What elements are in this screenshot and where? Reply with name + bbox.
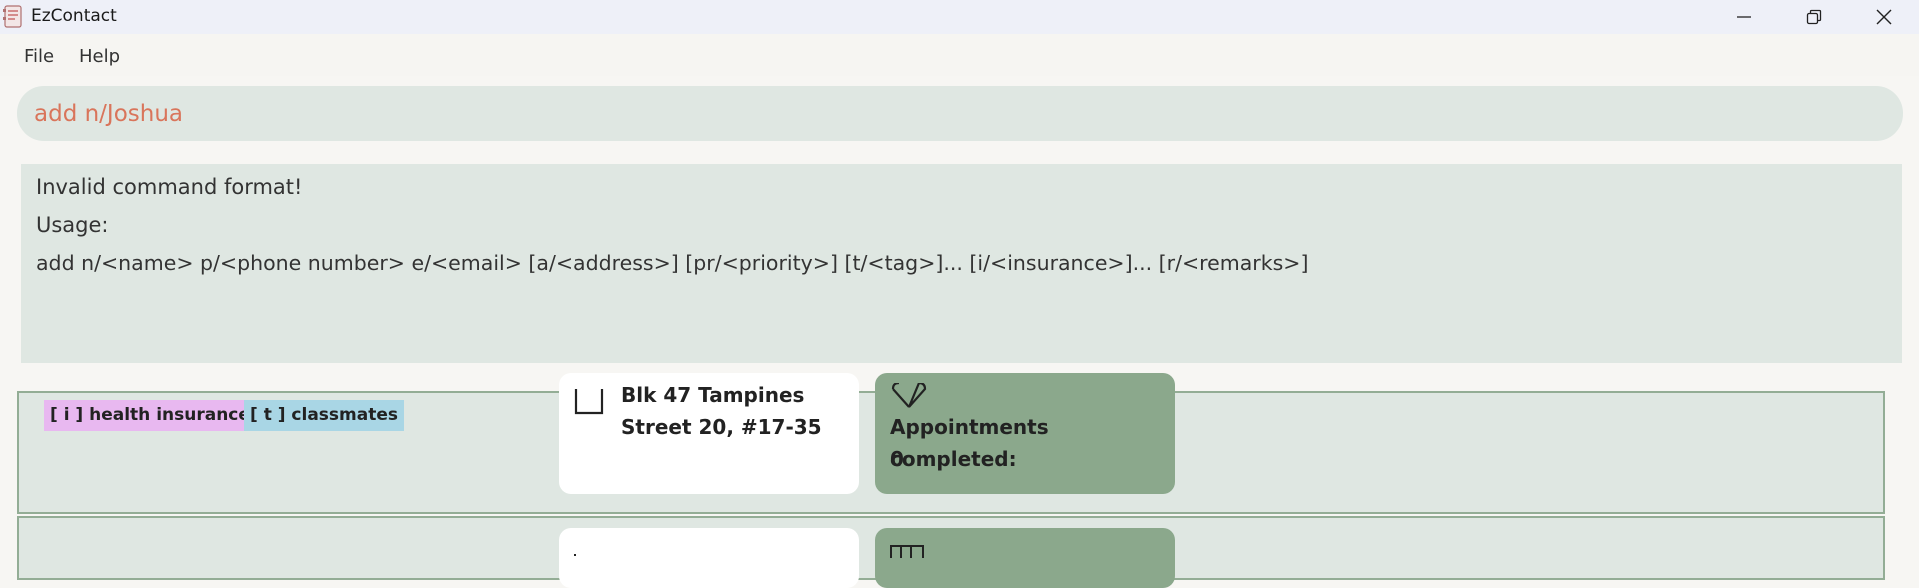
person-card[interactable] [17, 516, 1885, 588]
close-button[interactable] [1849, 0, 1919, 34]
appointments-panel: Appointments completed: 0 [875, 373, 1175, 494]
address-line-2: Street 20, #17-35 [621, 415, 822, 439]
command-box[interactable]: add n/Joshua [17, 86, 1903, 141]
person-card[interactable]: [ i ] health insurance [ t ] classmates … [17, 373, 1885, 514]
address-panel: Blk 47 Tampines Street 20, #17-35 [559, 373, 859, 494]
restore-icon [1806, 9, 1822, 25]
appointments-label: Appointments completed: [890, 415, 1049, 471]
appointments-value: 0 [890, 447, 904, 471]
tag-classmates: [ t ] classmates [244, 400, 404, 431]
restore-button[interactable] [1779, 0, 1849, 34]
menu-file[interactable]: File [24, 46, 54, 67]
minimize-button[interactable] [1709, 0, 1779, 34]
command-input[interactable]: add n/Joshua [34, 101, 183, 127]
tag-insurance: [ i ] health insurance [44, 400, 256, 431]
appointments-panel [875, 528, 1175, 588]
address-panel [559, 528, 859, 588]
menu-bar: File Help [0, 34, 1919, 76]
heart-icon [891, 383, 927, 408]
calendar-icon [890, 545, 924, 558]
close-icon [1876, 9, 1892, 25]
result-usage-label: Usage: [36, 213, 109, 237]
menu-help[interactable]: Help [79, 46, 120, 67]
result-usage-format: add n/<name> p/<phone number> e/<email> … [36, 251, 1309, 275]
result-display: Invalid command format! Usage: add n/<na… [21, 164, 1902, 363]
title-bar: EzContact [0, 0, 1919, 34]
home-icon [574, 389, 604, 415]
minimize-icon [1737, 16, 1751, 18]
result-error-line: Invalid command format! [36, 175, 303, 199]
window-title: EzContact [31, 6, 117, 26]
person-list[interactable]: [ i ] health insurance [ t ] classmates … [0, 373, 1919, 588]
address-line-1: Blk 47 Tampines [621, 383, 805, 407]
app-icon [3, 5, 22, 28]
